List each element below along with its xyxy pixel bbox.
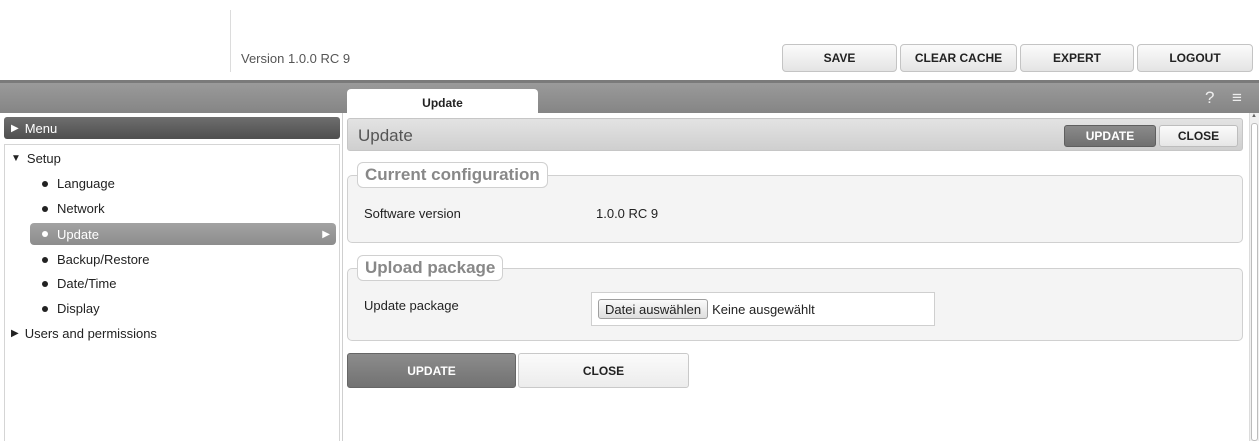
bullet-icon	[42, 305, 48, 312]
current-configuration-section: Current configuration Software version 1…	[347, 162, 1243, 243]
sidebar-item-label: Language	[57, 176, 115, 191]
triangle-right-icon: ▶	[322, 228, 330, 240]
scrollbar-thumb[interactable]	[1251, 123, 1258, 441]
sidebar-item-network[interactable]: Network	[42, 201, 105, 216]
triangle-right-icon: ▶	[11, 328, 19, 339]
sidebar-item-display[interactable]: Display	[42, 301, 100, 316]
software-version-label: Software version	[364, 206, 461, 221]
page-title-bar: Update UPDATE CLOSE	[347, 118, 1243, 151]
bullet-icon	[42, 205, 48, 212]
version-label: Version 1.0.0 RC 9	[241, 51, 351, 66]
save-button[interactable]: SAVE	[782, 44, 897, 72]
tab-bar: Update ? ≡	[0, 80, 1259, 116]
sidebar-item-label: Update	[57, 226, 99, 242]
section-legend: Current configuration	[357, 162, 548, 188]
sidebar-item-backup-restore[interactable]: Backup/Restore	[42, 252, 150, 267]
choose-file-button[interactable]: Datei auswählen	[598, 299, 709, 319]
clear-cache-button[interactable]: CLEAR CACHE	[900, 44, 1017, 72]
section-legend: Upload package	[357, 255, 504, 281]
bullet-icon	[42, 231, 48, 237]
expert-button[interactable]: EXPERT	[1020, 44, 1134, 72]
sidebar-section-label: Setup	[26, 151, 61, 166]
sidebar-item-label: Backup/Restore	[57, 252, 150, 267]
file-status-text: Keine ausgewählt	[712, 301, 815, 317]
header-divider	[230, 10, 231, 72]
update-package-label: Update package	[364, 298, 459, 313]
file-input[interactable]: Datei auswählen Keine ausgewählt	[591, 292, 935, 326]
triangle-right-icon: ▶	[11, 122, 19, 134]
sidebar-item-language[interactable]: Language	[42, 176, 115, 191]
menu-label: Menu	[24, 120, 58, 136]
tab-update[interactable]: Update	[347, 89, 538, 116]
sidebar-section-label: Users and permissions	[24, 326, 157, 341]
bullet-icon	[42, 280, 48, 287]
vertical-scrollbar[interactable]: ▲	[1249, 113, 1259, 441]
triangle-down-icon: ▼	[11, 153, 21, 164]
update-button[interactable]: UPDATE	[347, 353, 516, 388]
bullet-icon	[42, 256, 48, 263]
main-content: Update UPDATE CLOSE Current configuratio…	[343, 113, 1259, 441]
sidebar-section-setup[interactable]: ▼ Setup	[11, 151, 61, 166]
title-close-button[interactable]: CLOSE	[1159, 125, 1238, 147]
sidebar: ▶ Menu ▼ Setup Language Network Update ▶…	[0, 113, 343, 441]
scroll-up-icon[interactable]: ▲	[1251, 113, 1257, 119]
menu-toggle[interactable]: ▶ Menu	[4, 117, 340, 139]
title-update-button[interactable]: UPDATE	[1064, 125, 1156, 147]
bullet-icon	[42, 180, 48, 187]
logout-button[interactable]: LOGOUT	[1137, 44, 1253, 72]
sidebar-item-update[interactable]: Update ▶	[30, 223, 336, 245]
close-button[interactable]: CLOSE	[518, 353, 689, 388]
top-header: Version 1.0.0 RC 9 SAVE CLEAR CACHE EXPE…	[0, 0, 1259, 80]
sidebar-section-users-permissions[interactable]: ▶ Users and permissions	[11, 326, 157, 341]
sidebar-item-label: Date/Time	[57, 276, 117, 291]
software-version-value: 1.0.0 RC 9	[596, 206, 659, 221]
sidebar-item-label: Display	[57, 301, 100, 316]
upload-package-section: Upload package Update package Datei ausw…	[347, 255, 1243, 341]
help-icon[interactable]: ?	[1205, 88, 1214, 108]
hamburger-menu-icon[interactable]: ≡	[1232, 88, 1242, 108]
page-title: Update	[358, 126, 413, 145]
sidebar-item-date-time[interactable]: Date/Time	[42, 276, 116, 291]
sidebar-item-label: Network	[57, 201, 105, 216]
